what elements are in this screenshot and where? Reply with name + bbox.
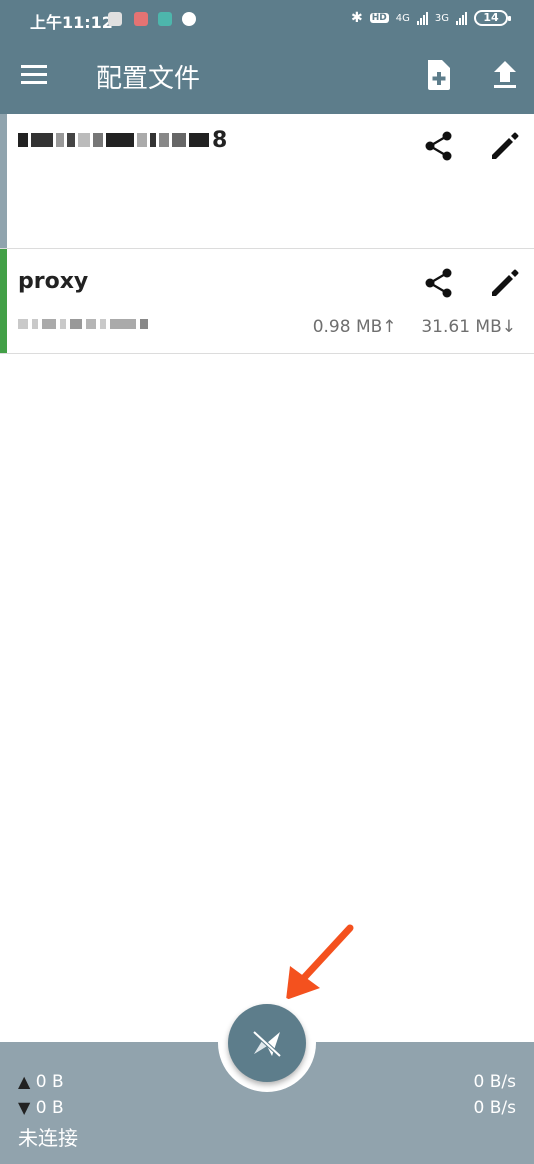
pencil-icon (492, 132, 519, 159)
download-rate: 0 B/s (473, 1098, 516, 1118)
app-notification-icon (134, 12, 148, 26)
send-off-icon (252, 1030, 282, 1058)
profile-stripe-active (0, 249, 7, 353)
download-total-value: 0 B (35, 1098, 64, 1118)
connect-fab[interactable] (228, 1004, 306, 1082)
signal-icon (416, 11, 428, 25)
traffic-usage: 0.98 MB↑ 31.61 MB↓ (313, 317, 516, 337)
upload-rate: 0 B/s (473, 1072, 516, 1092)
share-icon (425, 268, 452, 298)
profile-name: proxy (18, 269, 89, 294)
hd-icon: HD (369, 13, 389, 23)
redacted-profile-name: 8 (18, 127, 228, 153)
share-icon (425, 131, 452, 161)
app-bar: 配置文件 (0, 38, 534, 114)
bluetooth-icon: ✱ (351, 10, 363, 26)
redacted-profile-url (18, 319, 148, 329)
profile-card[interactable]: proxy 0.98 MB↑ 31.61 MB↓ (0, 249, 534, 354)
down-triangle-icon: ▼ (18, 1098, 31, 1117)
page-title: 配置文件 (96, 64, 201, 94)
app-notification-icon (108, 12, 122, 26)
new-profile-button[interactable] (422, 56, 456, 94)
annotation-arrow (286, 924, 354, 1000)
upload-button[interactable] (488, 56, 522, 94)
up-triangle-icon: ▲ (18, 1072, 31, 1091)
network-type-label: 4G (395, 12, 410, 24)
screen: 上午11:12 ✱ HD 4G 3G 14 配置文件 8 proxy 0.98 … (0, 0, 534, 1164)
edit-button[interactable] (487, 128, 523, 164)
connection-status: 未连接 (18, 1126, 78, 1150)
do-not-disturb-icon (182, 12, 196, 26)
menu-icon (21, 65, 47, 84)
status-bar: 上午11:12 ✱ HD 4G 3G 14 (0, 0, 534, 38)
upload-total-value: 0 B (35, 1072, 64, 1092)
profile-name: 8 (212, 127, 228, 153)
share-button[interactable] (421, 265, 457, 301)
status-right-group: ✱ HD 4G 3G 14 (351, 10, 511, 26)
note-add-icon (428, 60, 450, 90)
app-notification-icon (158, 12, 172, 26)
upload-usage: 0.98 MB↑ (312, 317, 397, 337)
upload-total: ▲ 0 B (18, 1072, 64, 1092)
profile-card[interactable]: 8 (0, 114, 534, 249)
download-total: ▼ 0 B (18, 1098, 64, 1118)
profile-stripe (0, 114, 7, 248)
edit-button[interactable] (487, 265, 523, 301)
battery-icon: 14 (474, 10, 511, 26)
menu-button[interactable] (18, 58, 52, 92)
network-type-label: 3G (434, 12, 449, 24)
pencil-icon (492, 269, 519, 296)
upload-icon (494, 61, 516, 88)
share-button[interactable] (421, 128, 457, 164)
download-usage: 31.61 MB↓ (421, 317, 516, 337)
signal-icon (456, 11, 467, 25)
status-time: 上午11:12 (30, 13, 113, 32)
